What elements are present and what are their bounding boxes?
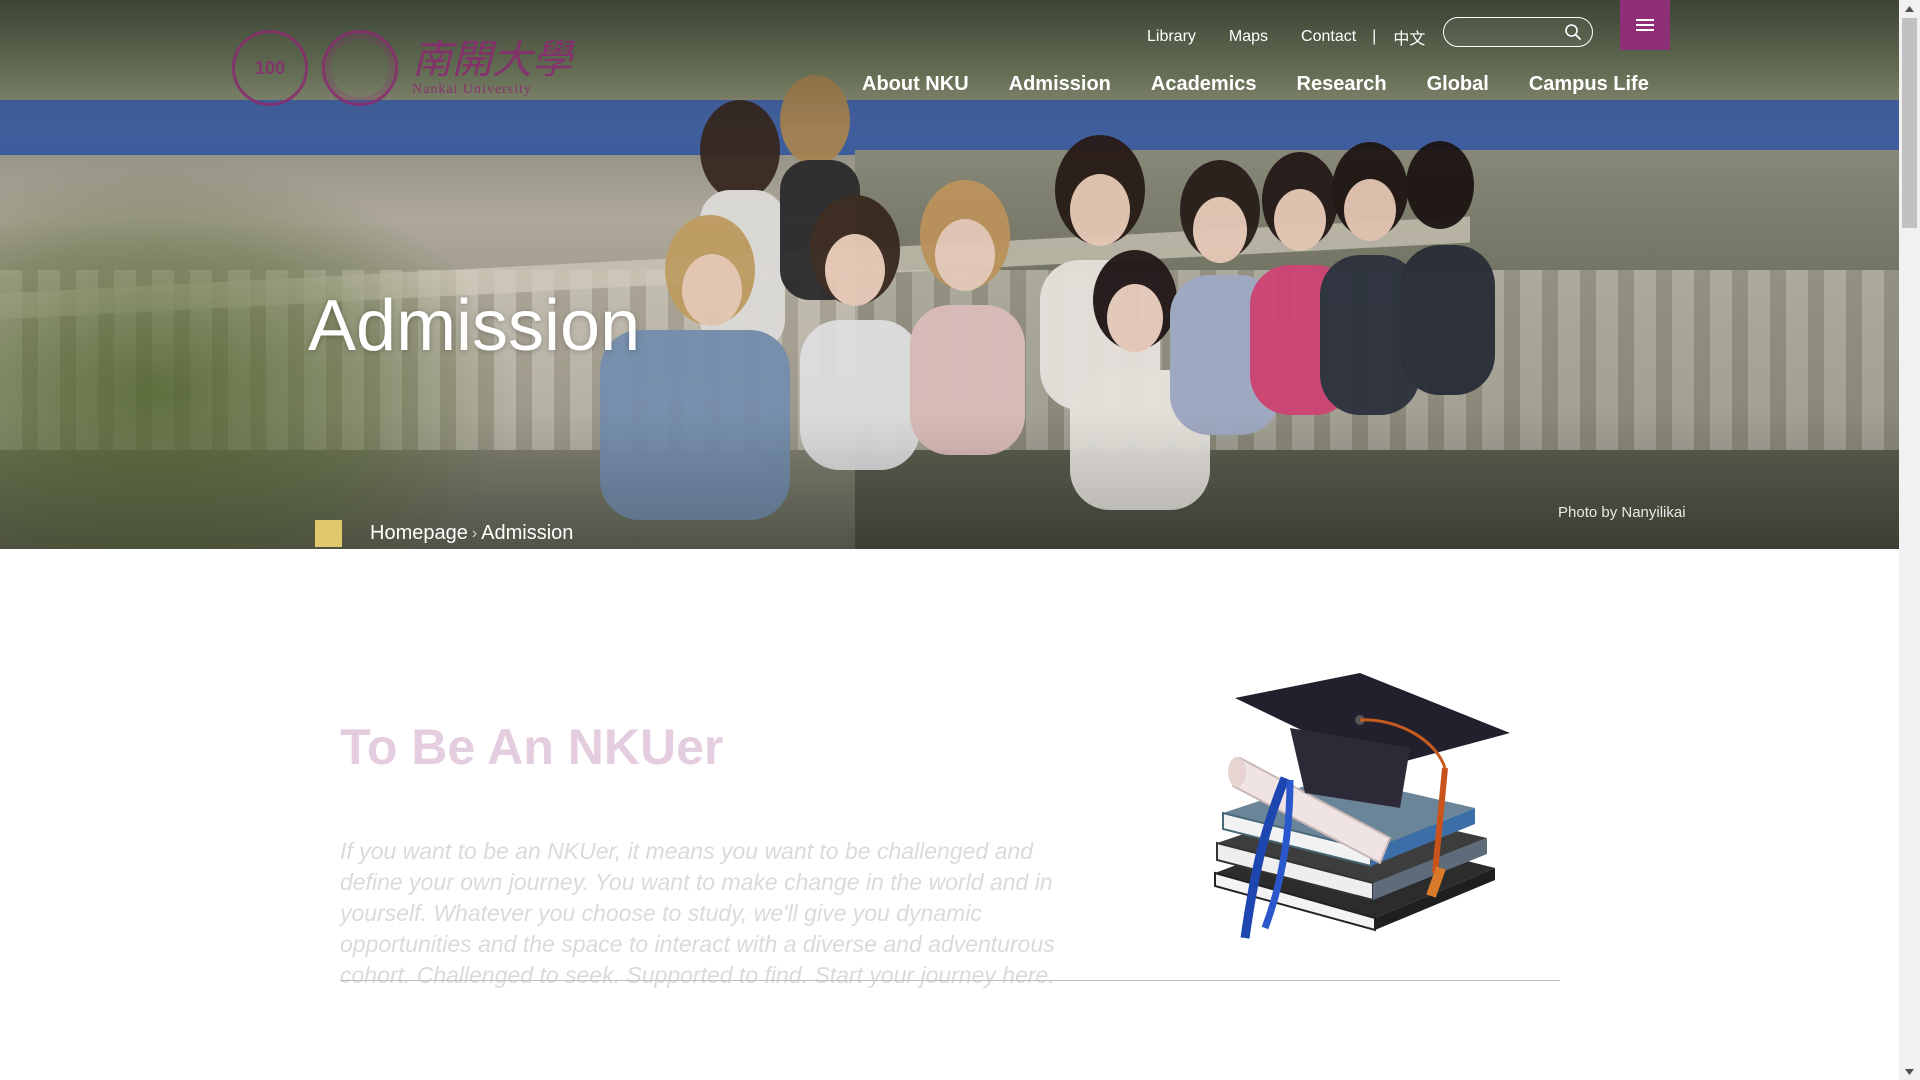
utility-nav: Library Maps Contact | 中文 (1147, 26, 1458, 48)
breadcrumb: Homepage › Admission (315, 520, 573, 547)
utility-divider: | (1372, 28, 1377, 45)
chevron-right-icon: › (471, 524, 478, 542)
nav-research[interactable]: Research (1297, 73, 1387, 96)
menu-button[interactable] (1620, 0, 1670, 50)
nav-admission[interactable]: Admission (1009, 73, 1111, 96)
nav-campus-life[interactable]: Campus Life (1529, 73, 1649, 96)
logo-name-en: Nankai University (412, 82, 533, 97)
centennial-badge: 100 (232, 30, 308, 106)
search-box (1443, 17, 1593, 47)
intro-title: To Be An NKUer (340, 719, 724, 775)
page-scrollbar[interactable] (1899, 0, 1920, 1080)
breadcrumb-marker (315, 520, 342, 547)
scrollbar-thumb[interactable] (1902, 18, 1917, 228)
hero-banner: 100 南開大學 Nankai University Library Maps … (0, 0, 1899, 549)
photo-credit: Photo by Nanyilikai (1558, 504, 1686, 521)
search-input[interactable] (1456, 23, 1560, 43)
utility-link-contact[interactable]: Contact (1301, 28, 1356, 46)
page-title: Admission (308, 286, 641, 366)
section-divider (340, 980, 1560, 981)
nav-global[interactable]: Global (1427, 73, 1489, 96)
graduation-cap-books-image (1214, 673, 1510, 939)
logo-name-cn: 南開大學 (412, 37, 572, 83)
scroll-up-arrow-icon[interactable] (1899, 0, 1920, 17)
breadcrumb-current: Admission (481, 522, 574, 544)
logo-wordmark: 南開大學 Nankai University (412, 38, 572, 98)
main-nav: About NKU Admission Academics Research G… (862, 73, 1689, 96)
search-icon[interactable] (1564, 23, 1582, 41)
intro-text: If you want to be an NKUer, it means you… (340, 838, 1055, 988)
university-seal-icon (322, 30, 398, 106)
breadcrumb-home[interactable]: Homepage (370, 522, 468, 545)
scroll-down-arrow-icon[interactable] (1899, 1063, 1920, 1080)
centennial-badge-text: 100 (254, 57, 286, 78)
language-switch[interactable]: 中文 (1393, 25, 1425, 49)
utility-link-library[interactable]: Library (1147, 28, 1196, 46)
nav-about-nku[interactable]: About NKU (862, 73, 969, 96)
utility-link-maps[interactable]: Maps (1229, 28, 1268, 46)
nav-academics[interactable]: Academics (1151, 73, 1257, 96)
site-logo[interactable]: 100 南開大學 Nankai University (232, 30, 572, 106)
hamburger-icon (1636, 19, 1654, 31)
